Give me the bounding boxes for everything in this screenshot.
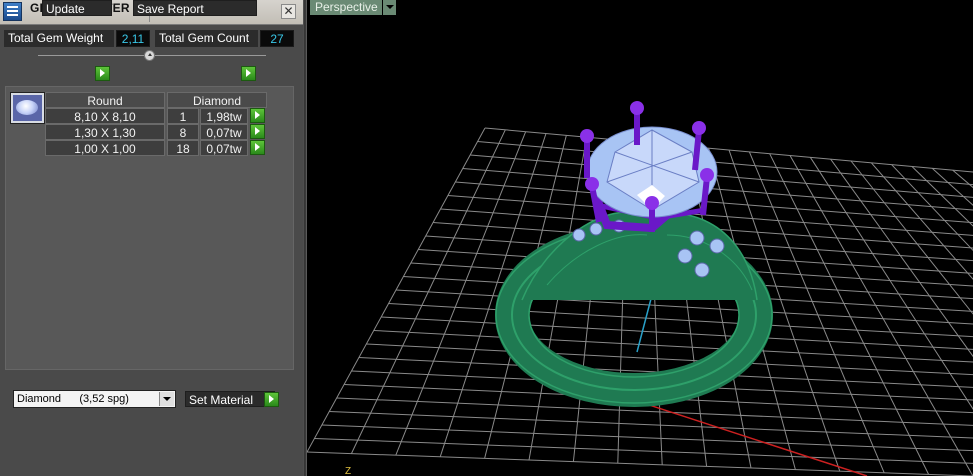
grid-line (462, 168, 973, 211)
grid-line (470, 154, 973, 198)
table-header-shape: Round (45, 92, 165, 108)
prong (700, 176, 710, 216)
grid-line (830, 158, 973, 358)
grid-line (388, 303, 973, 338)
save-report-button-label: Save Report (137, 2, 204, 16)
update-button[interactable]: Update (42, 0, 112, 16)
prong (692, 129, 702, 171)
grid-line (321, 424, 973, 452)
update-go-icon[interactable] (95, 66, 110, 81)
slider-handle[interactable] (144, 50, 155, 61)
grid-line (477, 141, 973, 186)
view-dropdown-button[interactable] (383, 0, 396, 15)
grid-line (870, 162, 973, 280)
accent-stone (589, 222, 603, 236)
gem-reporter-panel: GEM REPORTER ✕ Total Gem Weight 2,11 Tot… (0, 0, 303, 476)
prong-tip (700, 168, 714, 182)
gem-thumb-bg (13, 95, 42, 121)
z-axis (636, 294, 653, 353)
prong-tip (630, 101, 644, 115)
view-tab-perspective[interactable]: Perspective (310, 0, 382, 15)
set-material-button-label: Set Material (189, 393, 254, 407)
grid-line (381, 316, 973, 350)
prong-tip (692, 121, 706, 135)
grid-line (789, 155, 973, 476)
viewport-scene[interactable]: Z (307, 0, 973, 476)
material-select[interactable]: Diamond (3,52 spg) (13, 390, 176, 408)
table-header-material: Diamond (167, 92, 267, 108)
material-select-value: Diamond (3,52 spg) (17, 393, 129, 405)
set-material-button[interactable]: Set Material (185, 391, 275, 407)
round-gem-icon[interactable] (10, 92, 45, 124)
accent-stone (694, 262, 710, 278)
row-select-icon[interactable] (250, 140, 265, 155)
save-report-button[interactable]: Save Report (133, 0, 257, 16)
table-row-size: 1,00 X 1,00 (45, 140, 165, 156)
accent-stone (572, 228, 586, 242)
accent-stone (677, 248, 693, 264)
grid-line (329, 411, 973, 439)
row-select-icon[interactable] (250, 124, 265, 139)
grid-line (314, 438, 973, 464)
total-gem-weight-label: Total Gem Weight (4, 30, 114, 47)
update-button-label: Update (46, 2, 85, 16)
grid-line (307, 451, 973, 476)
grid-line (373, 330, 973, 363)
table-row-weight: 0,07tw (200, 140, 248, 156)
prong-tip (580, 129, 594, 143)
view-label: Perspective (315, 0, 378, 14)
set-material-go-icon[interactable] (264, 392, 279, 407)
row-select-icon[interactable] (250, 108, 265, 123)
table-row-size: 8,10 X 8,10 (45, 108, 165, 124)
total-gem-weight-value: 2,11 (116, 30, 150, 47)
prong-tip (585, 177, 599, 191)
close-button[interactable]: ✕ (281, 4, 296, 19)
table-row-weight: 0,07tw (200, 124, 248, 140)
total-gem-count-value: 27 (260, 30, 294, 47)
gem-thumb-shape (16, 100, 38, 115)
prong-tip (645, 196, 659, 210)
table-row-count: 18 (167, 140, 199, 156)
table-row-count: 1 (167, 108, 199, 124)
table-row-size: 1,30 X 1,30 (45, 124, 165, 140)
save-report-go-icon[interactable] (241, 66, 256, 81)
gem-reporter-icon (3, 2, 22, 21)
table-row-weight: 1,98tw (200, 108, 248, 124)
accent-stone (709, 238, 725, 254)
chevron-down-icon[interactable] (159, 392, 174, 406)
accent-stone (689, 230, 705, 246)
axis-gizmo-label: Z (345, 466, 351, 476)
table-row-count: 8 (167, 124, 199, 140)
total-gem-count-label: Total Gem Count (155, 30, 258, 47)
grid-line (809, 157, 973, 410)
